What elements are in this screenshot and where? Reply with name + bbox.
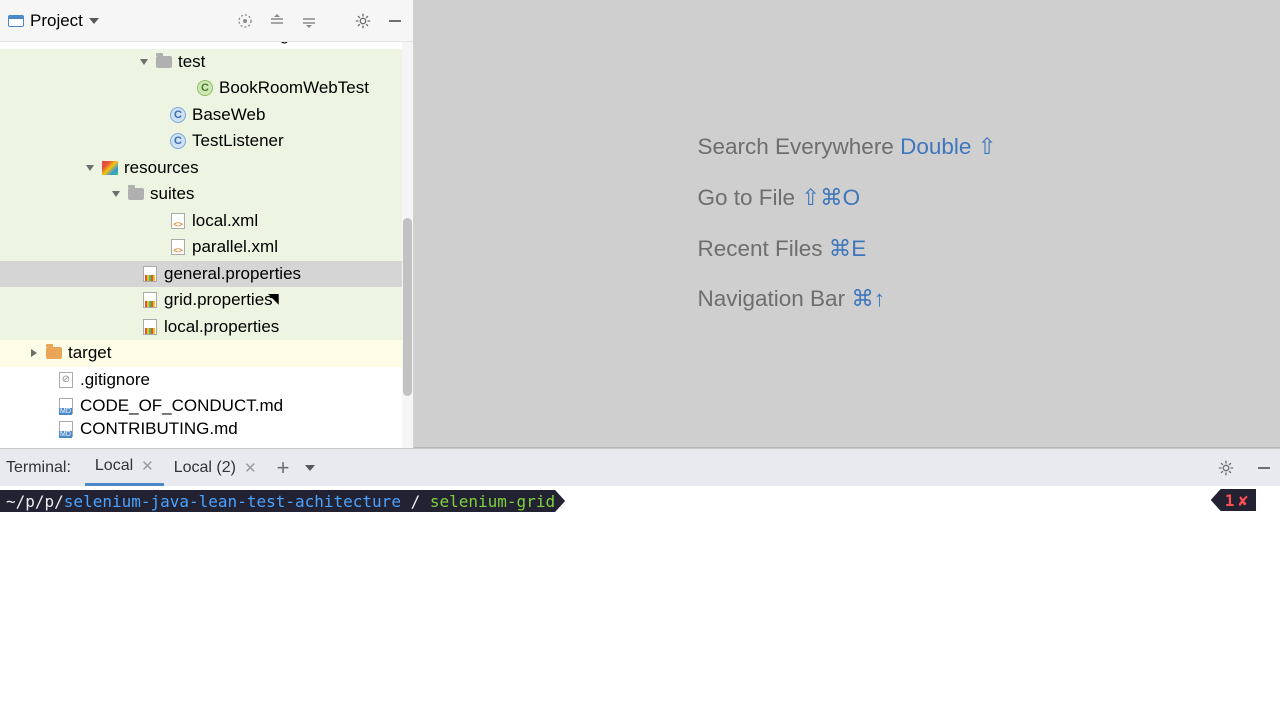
collapse-all-icon[interactable] (299, 11, 319, 31)
folder-orange-icon (44, 347, 64, 359)
tree-item-label: general.properties (164, 264, 301, 284)
tree-toggle-icon[interactable] (110, 188, 122, 200)
tree-item[interactable]: CBaseWeb (0, 102, 413, 129)
tree-item[interactable]: CONTRIBUTING.md (0, 420, 413, 438)
tree-item[interactable]: general.properties (0, 261, 413, 288)
terminal-tabs-bar: Terminal: Local ✕ Local (2) ✕ + (0, 448, 1280, 486)
project-view-dropdown[interactable]: Project (8, 11, 99, 31)
project-title: Project (30, 11, 83, 31)
hint-shortcut: ⌘↑ (851, 286, 885, 311)
project-window-icon (8, 15, 24, 27)
tree-item-label: CONTRIBUTING.md (80, 419, 238, 439)
editor-hint: Go to File ⇧⌘O (697, 173, 996, 224)
tree-item-label: local.properties (164, 317, 279, 337)
prompt-branch: selenium-grid (430, 492, 555, 511)
tree-item[interactable]: CODE_OF_CONDUCT.md (0, 393, 413, 420)
prompt-sep: / (401, 492, 430, 511)
gear-icon[interactable] (353, 11, 373, 31)
project-tree[interactable]: com.eliasnogueiratestCBookRoomWebTestCBa… (0, 42, 413, 448)
terminal-label: Terminal: (6, 459, 71, 477)
terminal-hide-icon[interactable] (1254, 458, 1274, 478)
res-icon (100, 161, 120, 175)
tree-toggle-icon[interactable] (138, 56, 150, 68)
tree-item-label: TestListener (192, 131, 284, 151)
editor-hint: Search Everywhere Double ⇧ (697, 122, 996, 173)
project-tool-window: Project com.eliasnogueiratestCBookRoomWe… (0, 0, 414, 448)
terminal-tab-label: Local (95, 457, 133, 475)
tree-item[interactable]: local.xml (0, 208, 413, 235)
scrollbar-track[interactable] (402, 42, 413, 448)
xml-icon (168, 213, 188, 229)
close-icon[interactable]: ✕ (244, 459, 257, 477)
xml-icon (168, 239, 188, 255)
editor-empty-state: Search Everywhere Double ⇧Go to File ⇧⌘O… (414, 0, 1280, 448)
project-header: Project (0, 0, 413, 42)
hint-shortcut: ⇧⌘O (801, 185, 860, 210)
tree-item[interactable]: resources (0, 155, 413, 182)
tree-item-label: resources (124, 158, 199, 178)
tree-item[interactable]: grid.properties (0, 287, 413, 314)
props-icon (140, 292, 160, 308)
status-count: 1 (1225, 491, 1235, 510)
tree-item-label: grid.properties (164, 290, 273, 310)
hint-shortcut: ⌘E (829, 236, 867, 261)
terminal-tab[interactable]: Local (2) ✕ (164, 449, 267, 486)
prompt-prefix: ~/p/p/ (6, 492, 64, 511)
gi-icon (56, 372, 76, 388)
folder-grey-icon (154, 56, 174, 68)
status-error-icon: ✘ (1238, 491, 1248, 510)
tree-item[interactable]: parallel.xml (0, 234, 413, 261)
tree-item-label: suites (150, 184, 194, 204)
expand-all-icon[interactable] (267, 11, 287, 31)
scrollbar-thumb[interactable] (403, 218, 412, 396)
c-green-icon: C (195, 80, 215, 96)
tree-toggle-icon[interactable] (28, 347, 40, 359)
md-icon (56, 421, 76, 437)
chevron-down-icon (89, 18, 99, 24)
hint-label: Navigation Bar (697, 286, 845, 311)
tree-toggle-icon[interactable] (84, 162, 96, 174)
terminal-settings-icon[interactable] (1216, 458, 1236, 478)
terminal-prompt: ~/p/p/ selenium-java-lean-test-achitectu… (0, 490, 565, 512)
prompt-path: selenium-java-lean-test-achitecture (64, 492, 401, 511)
tree-item[interactable]: CTestListener (0, 128, 413, 155)
tree-item-label: test (178, 52, 205, 72)
tree-item-label: target (68, 343, 111, 363)
terminal-tab[interactable]: Local ✕ (85, 449, 164, 486)
c-blue-icon: C (168, 133, 188, 149)
terminal-body[interactable]: ~/p/p/ selenium-java-lean-test-achitectu… (0, 486, 1280, 720)
tree-item[interactable]: local.properties (0, 314, 413, 341)
tree-item-label: BookRoomWebTest (219, 78, 369, 98)
terminal-options-chevron-icon[interactable] (305, 465, 315, 471)
tree-item[interactable]: .gitignore (0, 367, 413, 394)
tree-item[interactable]: suites (0, 181, 413, 208)
tree-item-label: BaseWeb (192, 105, 265, 125)
tree-item-label: .gitignore (80, 370, 150, 390)
close-icon[interactable]: ✕ (141, 457, 154, 475)
tree-item-label: com.eliasnogueira (189, 42, 327, 45)
tree-item[interactable]: target (0, 340, 413, 367)
tree-item[interactable]: test (0, 49, 413, 76)
c-blue-icon: C (168, 107, 188, 123)
terminal-tab-label: Local (2) (174, 459, 236, 477)
new-terminal-button[interactable]: + (277, 455, 290, 481)
editor-hint: Recent Files ⌘E (697, 224, 996, 275)
editor-hint: Navigation Bar ⌘↑ (697, 274, 996, 325)
hint-label: Go to File (697, 185, 795, 210)
props-icon (140, 266, 160, 282)
folder-grey-icon (126, 188, 146, 200)
props-icon (140, 319, 160, 335)
hint-shortcut: Double ⇧ (900, 134, 996, 159)
tree-item-label: local.xml (192, 211, 258, 231)
hint-label: Recent Files (697, 236, 822, 261)
tree-item-label: CODE_OF_CONDUCT.md (80, 396, 283, 416)
hint-label: Search Everywhere (697, 134, 893, 159)
locate-icon[interactable] (235, 11, 255, 31)
hide-icon[interactable] (385, 11, 405, 31)
md-icon (56, 398, 76, 414)
tree-item-label: parallel.xml (192, 237, 278, 257)
tree-item[interactable]: CBookRoomWebTest (0, 75, 413, 102)
